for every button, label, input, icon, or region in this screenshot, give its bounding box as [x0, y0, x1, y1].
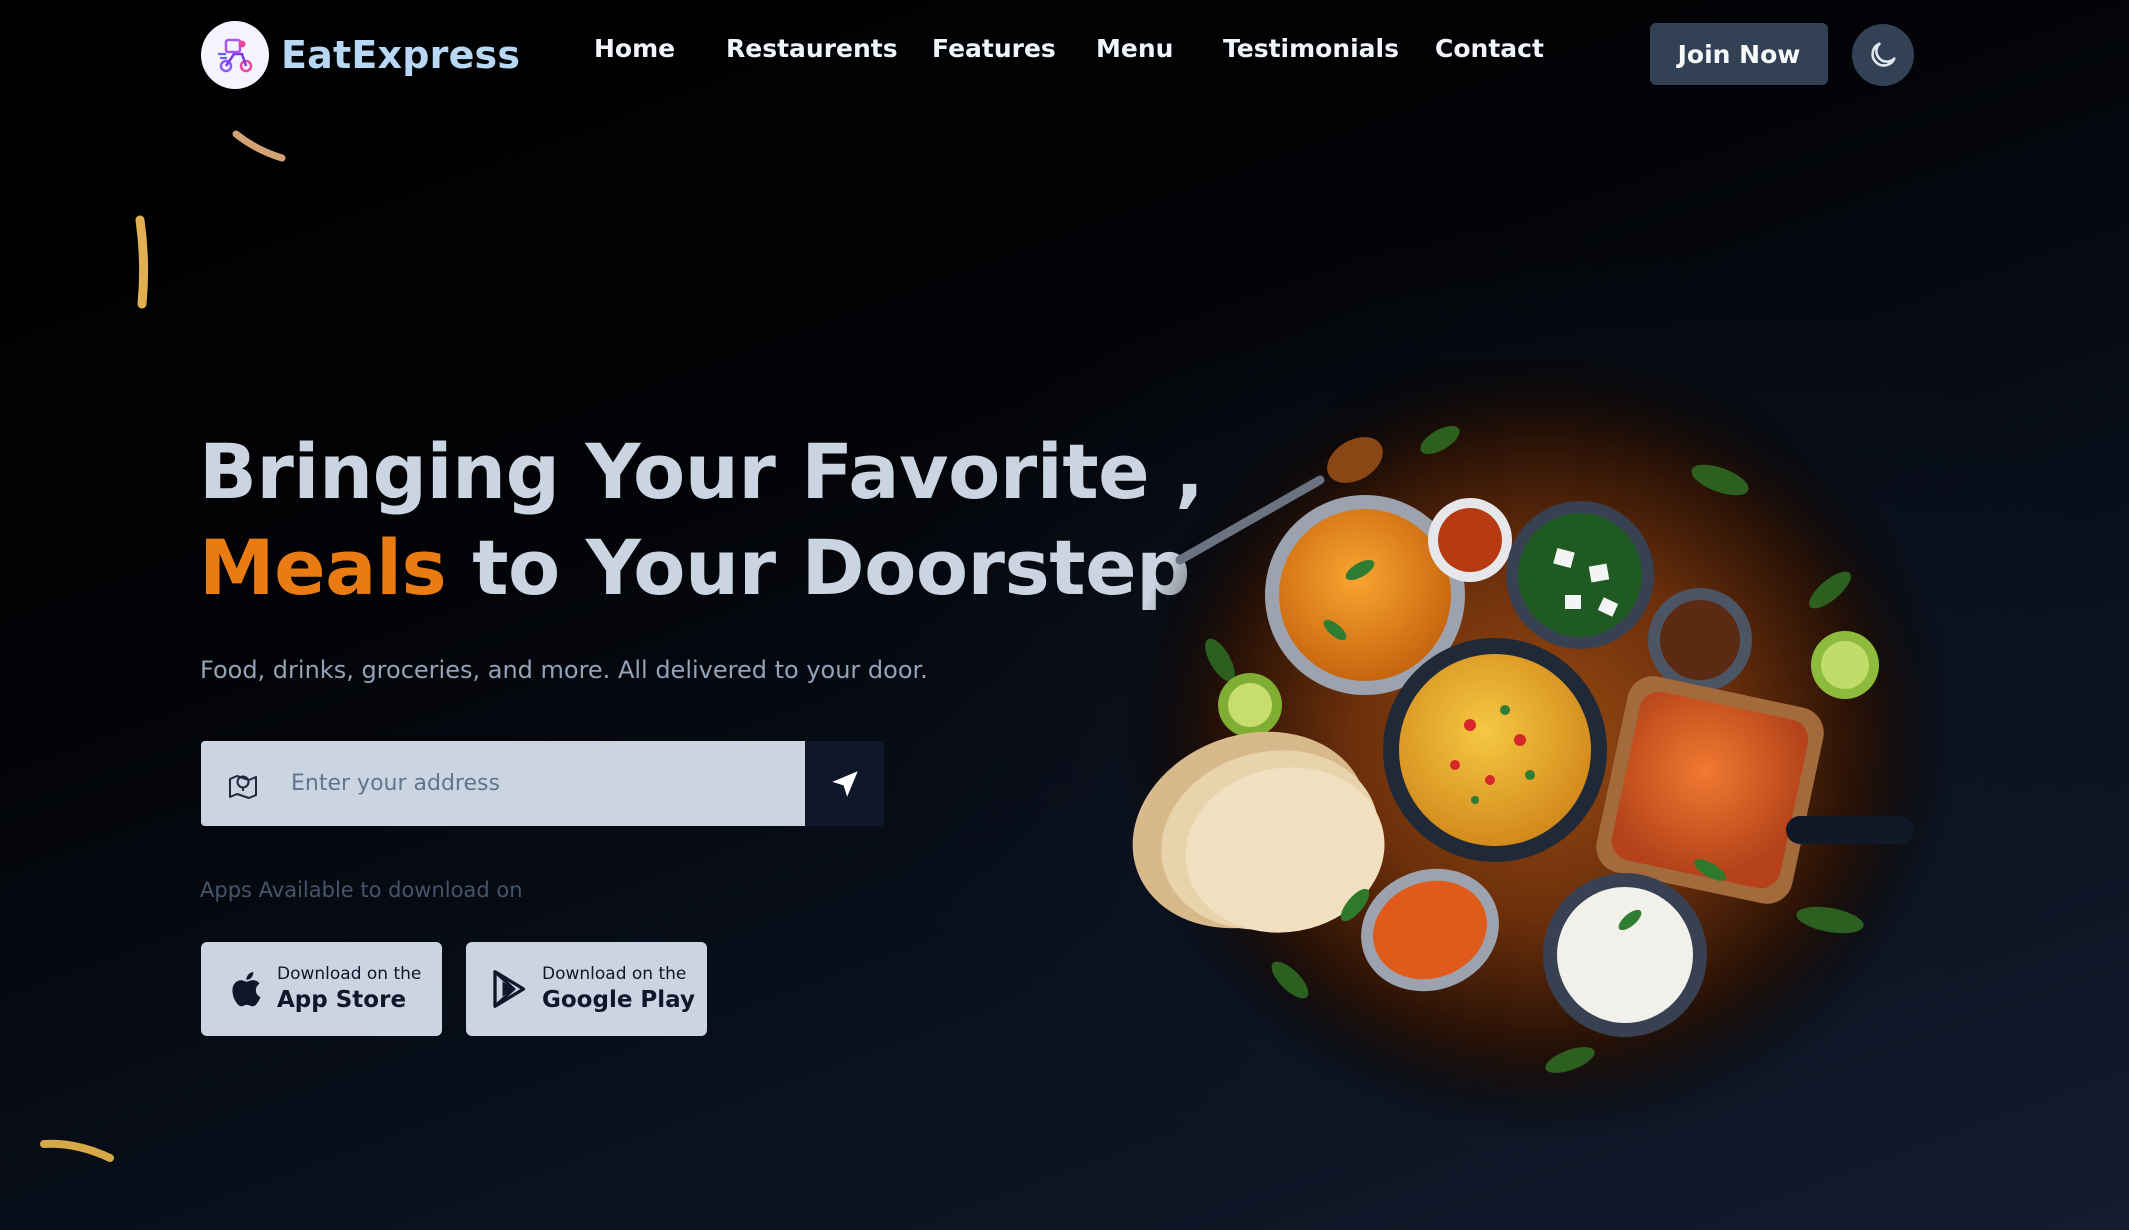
- hero-title-line1: Bringing Your Favorite ,: [199, 427, 1204, 516]
- hero-title: Bringing Your Favorite , Meals to Your D…: [199, 424, 1204, 616]
- hero-title-line2: to Your Doorstep: [446, 523, 1191, 612]
- app-store-label: App Store: [277, 987, 407, 1013]
- brand[interactable]: EatExpress: [201, 21, 520, 89]
- nav-links: Home Restaurents Features Menu Testimoni…: [594, 34, 1544, 63]
- google-play-icon: [493, 970, 526, 1008]
- delivery-scooter-icon: [201, 21, 269, 89]
- hero-subtitle: Food, drinks, groceries, and more. All d…: [200, 656, 928, 684]
- hero-title-accent: Meals: [199, 523, 447, 612]
- food-platter-image: [1120, 360, 1950, 1140]
- apple-icon: [232, 972, 261, 1007]
- nav-link-features[interactable]: Features: [932, 34, 1096, 63]
- map-pin-icon: [229, 774, 257, 799]
- brand-name: EatExpress: [281, 33, 521, 77]
- address-search-bar: [201, 741, 884, 826]
- google-play-small-text: Download on the: [542, 964, 687, 984]
- google-play-label: Google Play: [542, 987, 695, 1013]
- nav-link-menu[interactable]: Menu: [1096, 34, 1223, 63]
- app-store-button[interactable]: Download on the App Store: [201, 942, 442, 1036]
- google-play-button[interactable]: Download on the Google Play: [466, 942, 707, 1036]
- join-now-button[interactable]: Join Now: [1650, 23, 1828, 85]
- app-store-text: Download on the App Store: [277, 963, 421, 1015]
- french-fry-decoration: [135, 215, 149, 309]
- theme-toggle-button[interactable]: [1852, 24, 1914, 86]
- nav-link-contact[interactable]: Contact: [1435, 34, 1544, 63]
- apps-available-label: Apps Available to download on: [200, 878, 523, 902]
- moon-icon: [1871, 42, 1896, 67]
- nav-link-home[interactable]: Home: [594, 34, 726, 63]
- app-store-small-text: Download on the: [277, 964, 422, 984]
- locate-submit-button[interactable]: [805, 741, 884, 826]
- french-fry-decoration: [40, 1139, 114, 1162]
- top-nav: EatExpress Home Restaurents Features Men…: [0, 0, 2129, 110]
- google-play-text: Download on the Google Play: [542, 963, 695, 1015]
- french-fry-decoration: [232, 130, 286, 162]
- nav-link-restaurants[interactable]: Restaurents: [726, 34, 932, 63]
- address-field: [201, 741, 805, 826]
- nav-link-testimonials[interactable]: Testimonials: [1223, 34, 1435, 63]
- address-input[interactable]: [289, 770, 793, 797]
- navigation-arrow-icon: [831, 770, 858, 797]
